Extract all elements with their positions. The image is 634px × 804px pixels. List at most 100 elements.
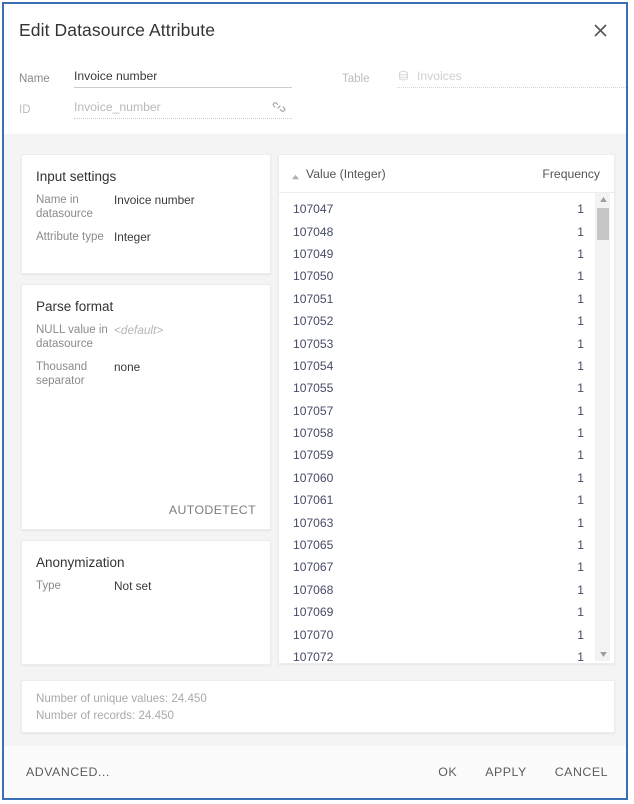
cell-frequency: 1 [577,404,584,418]
scroll-down-arrow-icon[interactable] [596,648,610,661]
header-fields: Name Invoice number ID Invoice_number Ta… [4,56,626,134]
cell-frequency: 1 [577,493,584,507]
table-body: 1070471107048110704911070501107051110705… [279,193,614,663]
cell-value: 107049 [293,247,577,261]
footer-actions: OK APPLY CANCEL [438,765,608,779]
table-scrollbar[interactable] [595,193,610,661]
cell-frequency: 1 [577,359,584,373]
prop-value: Not set [114,579,151,593]
prop-key: Attribute type [36,230,114,244]
cell-value: 107067 [293,560,577,574]
cell-frequency: 1 [577,583,584,597]
anonymization-card: Anonymization Type Not set [21,540,271,665]
table-row[interactable]: 1070601 [279,467,594,489]
value-frequency-card: Value (Integer) Frequency 10704711070481… [278,154,615,664]
summary-card: Number of unique values: 24.450 Number o… [21,680,615,733]
column-header-value[interactable]: Value (Integer) [306,167,542,181]
cell-frequency: 1 [577,314,584,328]
close-icon[interactable] [586,16,614,44]
cell-frequency: 1 [577,538,584,552]
table-row[interactable]: 1070531 [279,332,594,354]
database-table-icon-glyph [397,70,410,83]
name-input[interactable]: Invoice number [74,69,292,88]
cell-frequency: 1 [577,650,584,663]
advanced-button[interactable]: ADVANCED... [26,765,110,779]
prop-key: Type [36,579,114,593]
cell-value: 107070 [293,628,577,642]
id-field-row: ID Invoice_number [19,95,292,119]
cell-value: 107052 [293,314,577,328]
prop-value: Invoice number [114,193,195,207]
table-label: Table [342,73,397,88]
apply-button[interactable]: APPLY [485,765,527,779]
link-icon[interactable] [272,100,286,114]
sort-ascending-icon-glyph [291,173,300,182]
table-input: Invoices [397,69,628,88]
ok-button[interactable]: OK [438,765,457,779]
autodetect-button[interactable]: AUTODETECT [169,503,256,517]
anonymization-title: Anonymization [22,541,270,570]
table-row[interactable]: 1070591 [279,444,594,466]
cell-frequency: 1 [577,448,584,462]
table-row[interactable]: 1070691 [279,601,594,623]
table-row[interactable]: 1070491 [279,243,594,265]
table-row[interactable]: 1070541 [279,355,594,377]
prop-value: none [114,360,140,374]
cell-value: 107051 [293,292,577,306]
cell-value: 107063 [293,516,577,530]
input-settings-row: Attribute type Integer [22,221,270,244]
unique-values-text: Number of unique values: 24.450 [36,690,614,707]
cell-value: 107057 [293,404,577,418]
table-row[interactable]: 1070521 [279,310,594,332]
cancel-button[interactable]: CANCEL [555,765,608,779]
table-row[interactable]: 1070681 [279,579,594,601]
table-row[interactable]: 1070481 [279,220,594,242]
cell-frequency: 1 [577,247,584,261]
scroll-up-arrow-icon[interactable] [596,193,610,206]
prop-key: Name in datasource [36,193,114,221]
table-row[interactable]: 1070581 [279,422,594,444]
table-row[interactable]: 1070631 [279,511,594,533]
table-row[interactable]: 1070501 [279,265,594,287]
name-field-row: Name Invoice number [19,64,292,88]
cell-value: 107047 [293,202,577,216]
records-text: Number of records: 24.450 [36,707,614,724]
parse-format-title: Parse format [22,285,270,314]
table-row[interactable]: 1070511 [279,288,594,310]
link-icon-glyph [272,100,286,114]
cell-value: 107072 [293,650,577,663]
table-row[interactable]: 1070701 [279,623,594,645]
table-row[interactable]: 1070671 [279,556,594,578]
dialog-footer: ADVANCED... OK APPLY CANCEL [4,746,626,798]
table-row[interactable]: 1070471 [279,198,594,220]
table-row[interactable]: 1070721 [279,646,594,663]
cell-frequency: 1 [577,516,584,530]
database-table-icon [397,70,410,83]
cell-value: 107055 [293,381,577,395]
cell-value: 107058 [293,426,577,440]
dialog-titlebar: Edit Datasource Attribute [4,4,626,56]
column-header-frequency[interactable]: Frequency [542,167,600,181]
table-header: Value (Integer) Frequency [279,155,614,193]
cell-frequency: 1 [577,605,584,619]
table-input-value: Invoices [417,69,462,83]
footer-left: ADVANCED... [26,763,438,781]
table-row[interactable]: 1070611 [279,489,594,511]
cell-value: 107060 [293,471,577,485]
sort-ascending-icon[interactable] [291,169,300,178]
id-input-value: Invoice_number [74,100,161,114]
close-icon-glyph [594,24,607,37]
cell-value: 107053 [293,337,577,351]
cell-frequency: 1 [577,225,584,239]
anonymization-row: Type Not set [22,570,270,593]
table-row[interactable]: 1070651 [279,534,594,556]
cell-frequency: 1 [577,269,584,283]
id-input[interactable]: Invoice_number [74,100,292,119]
scrollbar-thumb[interactable] [597,208,609,240]
table-rows-container: 1070471107048110704911070501107051110705… [279,193,594,663]
table-row[interactable]: 1070571 [279,400,594,422]
table-field-row: Table Invoices [342,64,628,88]
input-settings-title: Input settings [22,155,270,184]
table-row[interactable]: 1070551 [279,377,594,399]
cell-value: 107065 [293,538,577,552]
